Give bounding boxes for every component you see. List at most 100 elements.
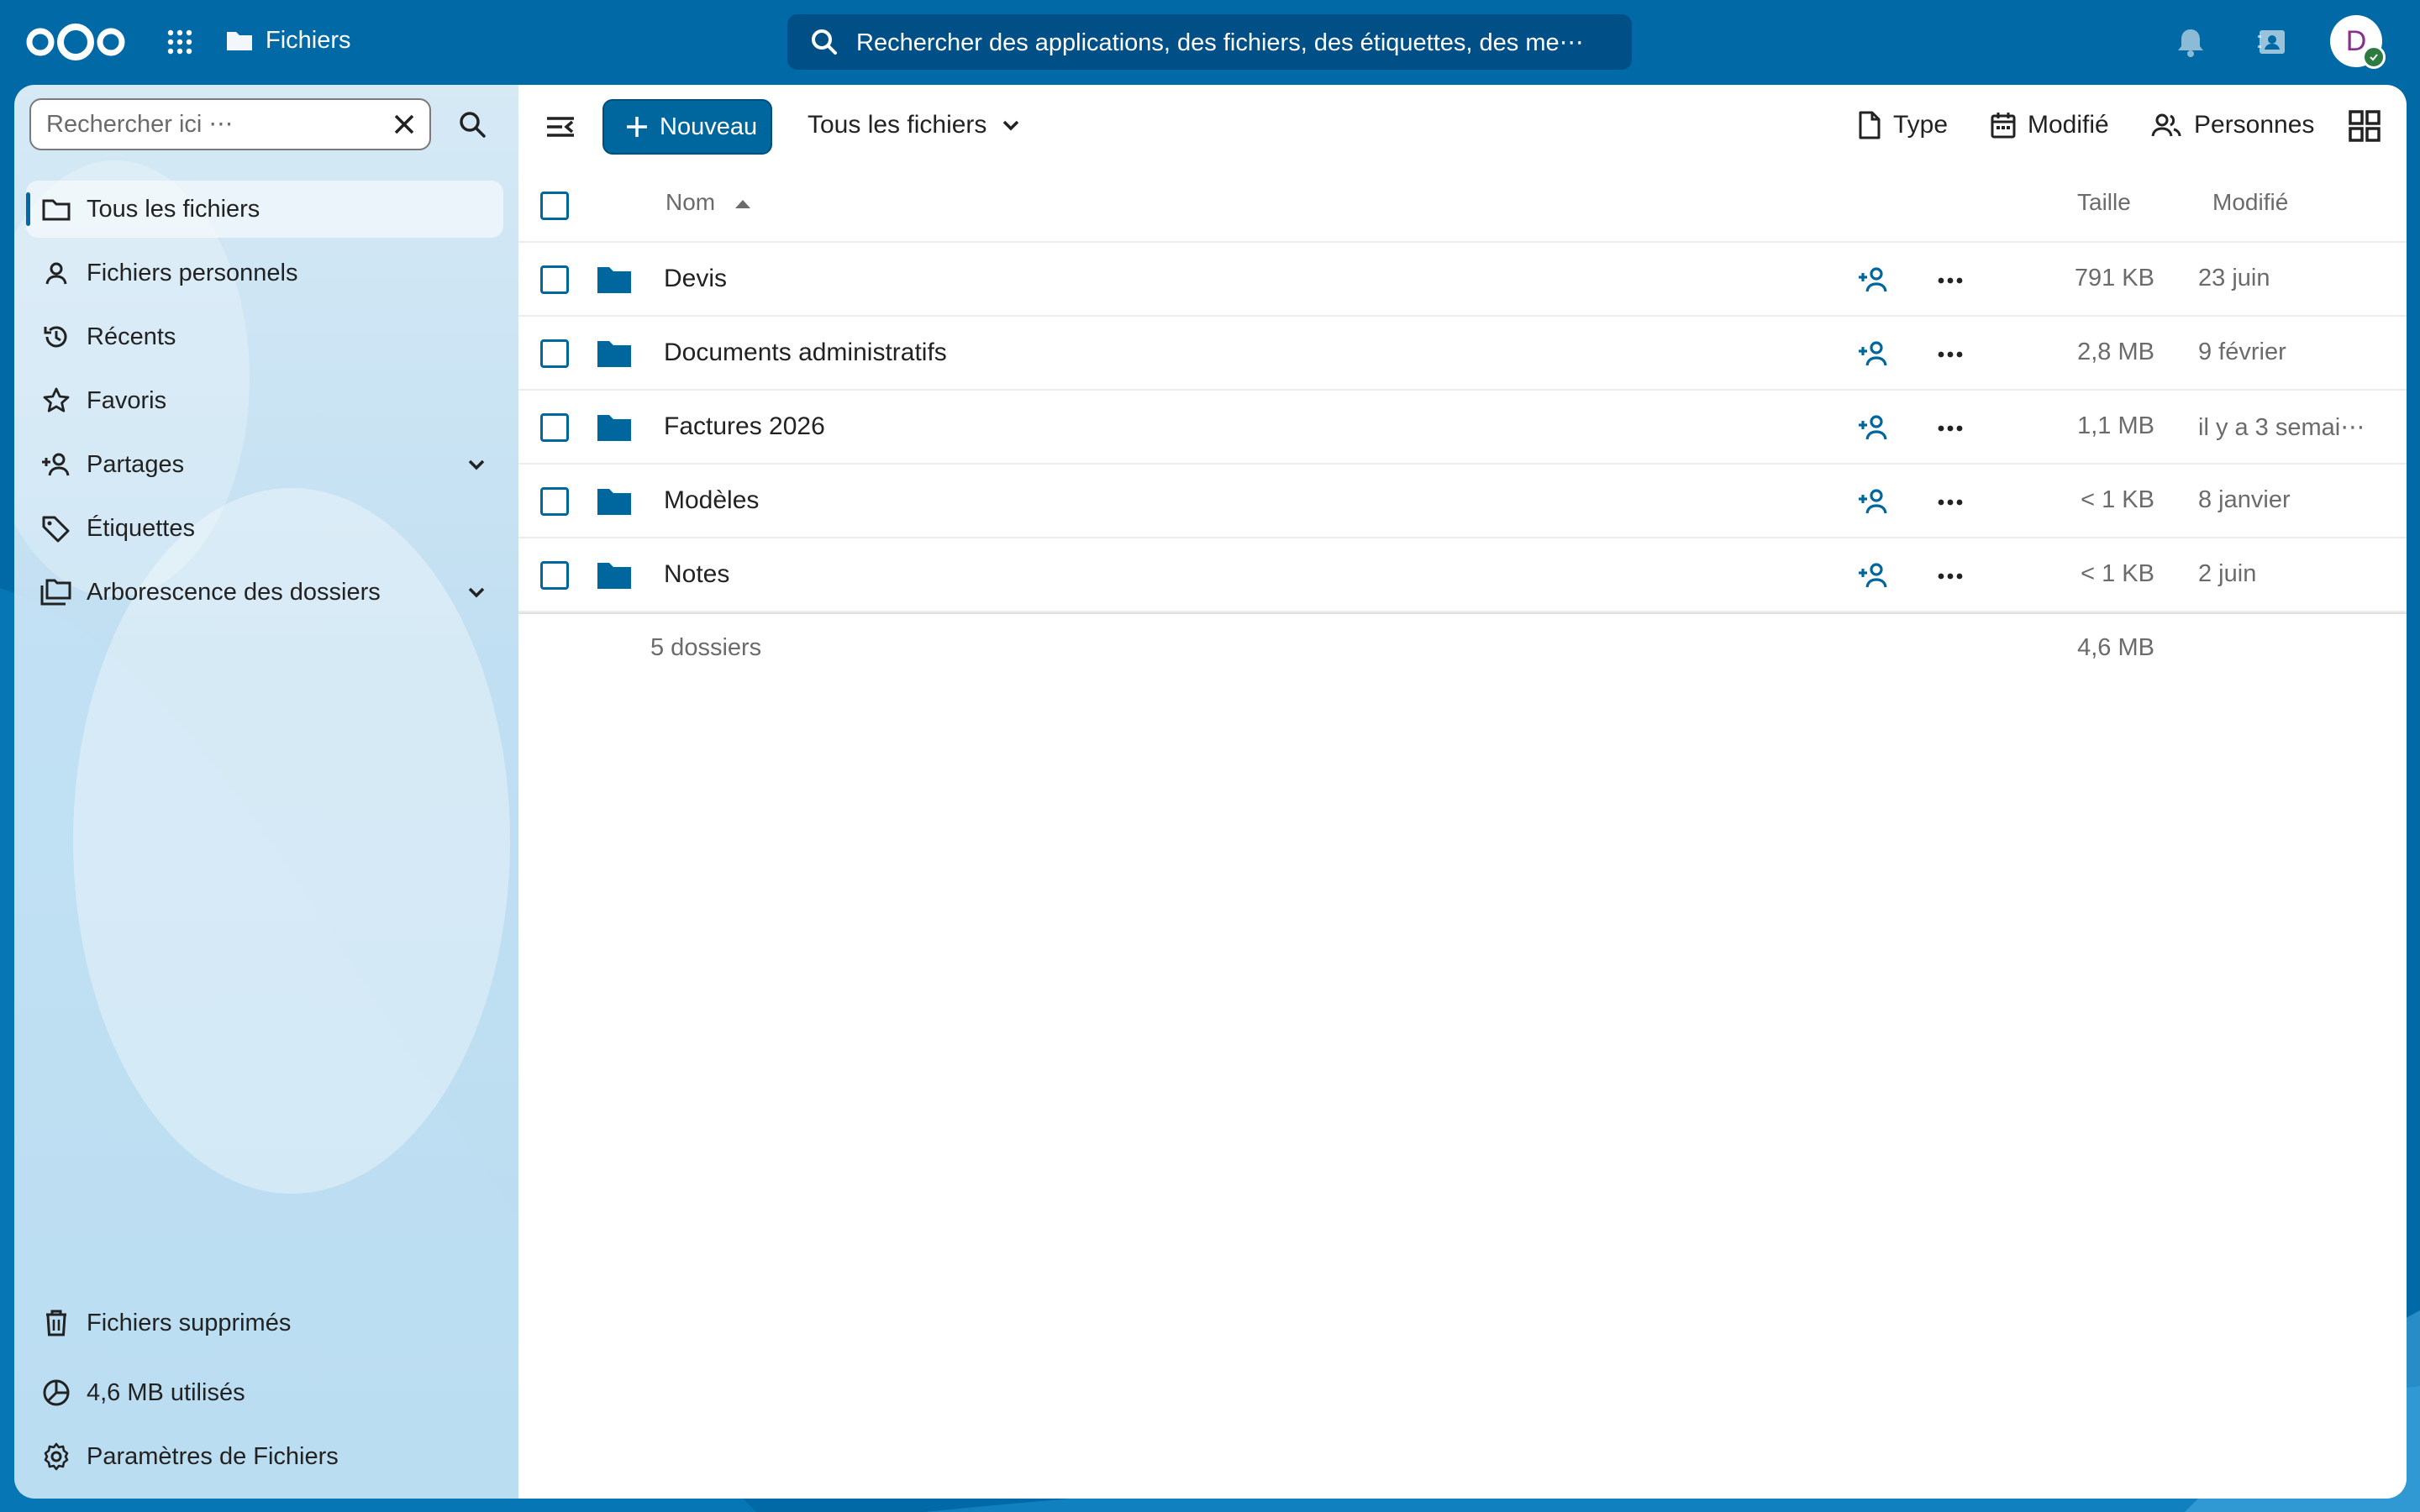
file-size: < 1 KB [2081, 486, 2154, 513]
filter-people-label: Personnes [2194, 111, 2315, 139]
breadcrumb-current: Tous les fichiers [808, 111, 987, 139]
column-size-label: Taille [2077, 189, 2131, 215]
storage-quota[interactable]: 4,6 MB utilisés [26, 1364, 503, 1421]
app-link-files[interactable]: Fichiers [225, 22, 351, 59]
notifications-bell-icon[interactable] [2174, 25, 2207, 59]
chevron-down-icon[interactable] [463, 451, 490, 478]
breadcrumb[interactable]: Tous les fichiers [808, 107, 1023, 144]
app-link-label: Fichiers [266, 26, 351, 54]
contacts-icon[interactable] [2255, 25, 2289, 59]
row-checkbox[interactable] [540, 487, 569, 516]
column-name-label: Nom [666, 189, 716, 215]
file-modified: il y a 3 semai⋯ [2198, 414, 2365, 441]
nav-item-shares[interactable]: Partages [26, 436, 503, 493]
quota-label: 4,6 MB utilisés [87, 1378, 245, 1406]
share-icon [42, 453, 70, 476]
app-navigation: Tous les fichiers Fichiers personnels Ré… [14, 85, 518, 1499]
folder-tree-icon [40, 579, 71, 606]
file-size: < 1 KB [2081, 560, 2154, 587]
app-menu-icon[interactable] [165, 27, 195, 57]
row-checkbox[interactable] [540, 413, 569, 442]
grid-view-icon[interactable] [2347, 108, 2382, 144]
row-checkbox[interactable] [540, 339, 569, 368]
user-avatar[interactable]: D [2330, 15, 2386, 69]
share-icon[interactable] [1856, 560, 1890, 591]
filter-type-button[interactable]: Type [1856, 107, 1948, 144]
more-actions-icon[interactable] [1935, 340, 1965, 369]
history-icon [44, 326, 67, 348]
sidebar-search-input[interactable] [45, 109, 367, 139]
folder-count: 5 dossiers [650, 634, 762, 661]
calendar-icon [1991, 113, 2016, 139]
file-modified: 23 juin [2198, 265, 2270, 291]
filter-type-label: Type [1893, 111, 1949, 139]
nav-item-label: Fichiers supprimés [87, 1309, 292, 1336]
file-name[interactable]: Factures 2026 [664, 412, 825, 441]
nav-item-favorites[interactable]: Favoris [26, 372, 503, 429]
chevron-down-icon [1003, 120, 1019, 131]
table-row[interactable]: Documents administratifs 2,8 MB 9 févrie… [518, 317, 2407, 391]
nav-item-all-files[interactable]: Tous les fichiers [26, 181, 503, 238]
unified-search-field[interactable]: Rechercher des applications, des fichier… [787, 14, 1632, 70]
gear-icon [44, 1442, 69, 1471]
share-icon[interactable] [1856, 339, 1890, 369]
nav-item-folder-tree[interactable]: Arborescence des dossiers [26, 564, 503, 621]
chevron-down-icon[interactable] [463, 579, 490, 606]
row-checkbox[interactable] [540, 561, 569, 590]
unified-search-placeholder: Rechercher des applications, des fichier… [856, 29, 1584, 56]
table-row[interactable]: Modèles < 1 KB 8 janvier [518, 465, 2407, 538]
column-header-size[interactable]: Taille [2077, 189, 2131, 216]
nav-item-tags[interactable]: Étiquettes [26, 500, 503, 557]
more-actions-icon[interactable] [1935, 266, 1965, 295]
file-modified: 8 janvier [2198, 486, 2291, 513]
file-name[interactable]: Devis [664, 265, 727, 293]
column-header-name[interactable]: Nom [666, 189, 752, 216]
settings-label: Paramètres de Fichiers [87, 1442, 339, 1470]
column-header-modified[interactable]: Modifié [2212, 189, 2288, 216]
more-actions-icon[interactable] [1935, 488, 1965, 517]
share-icon[interactable] [1856, 486, 1890, 517]
star-icon [43, 387, 70, 412]
nav-item-label: Tous les fichiers [87, 195, 260, 223]
nav-item-label: Favoris [87, 386, 167, 414]
filter-modified-button[interactable]: Modifié [1989, 107, 2109, 144]
nav-item-label: Partages [87, 450, 185, 478]
row-checkbox[interactable] [540, 265, 569, 294]
nav-item-recent[interactable]: Récents [26, 308, 503, 365]
share-icon[interactable] [1856, 265, 1890, 295]
file-size: 1,1 MB [2077, 412, 2154, 439]
more-actions-icon[interactable] [1935, 414, 1965, 443]
file-size: 2,8 MB [2077, 339, 2154, 365]
nav-item-trash[interactable]: Fichiers supprimés [26, 1294, 503, 1352]
more-actions-icon[interactable] [1935, 562, 1965, 591]
tag-icon [42, 516, 70, 543]
file-modified: 9 février [2198, 339, 2286, 365]
file-name[interactable]: Modèles [664, 486, 759, 515]
nextcloud-logo[interactable] [24, 22, 128, 62]
files-settings-button[interactable]: Paramètres de Fichiers [26, 1428, 503, 1485]
people-icon [2151, 113, 2181, 137]
folder-icon [597, 267, 631, 293]
new-button[interactable]: Nouveau [602, 99, 772, 155]
clear-icon[interactable] [391, 111, 418, 138]
folder-icon [597, 341, 631, 367]
files-main-content: Nouveau Tous les fichiers Type Modifié P… [518, 85, 2407, 1499]
nav-item-personal-files[interactable]: Fichiers personnels [26, 244, 503, 302]
table-row[interactable]: Devis 791 KB 23 juin [518, 243, 2407, 317]
filter-people-button[interactable]: Personnes [2150, 107, 2314, 144]
select-all-checkbox[interactable] [540, 192, 569, 220]
folder-icon [597, 415, 631, 441]
plus-icon [627, 117, 647, 137]
file-modified: 2 juin [2198, 560, 2257, 587]
folder-icon [227, 32, 252, 50]
nav-item-label: Récents [87, 323, 176, 350]
file-icon [1859, 111, 1881, 139]
search-icon[interactable] [456, 108, 488, 140]
share-icon[interactable] [1856, 412, 1890, 443]
toggle-navigation-icon[interactable] [544, 110, 577, 144]
table-row[interactable]: Notes < 1 KB 2 juin [518, 538, 2407, 612]
file-name[interactable]: Notes [664, 560, 729, 589]
header-bar: Fichiers Rechercher des applications, de… [0, 0, 2420, 84]
table-row[interactable]: Factures 2026 1,1 MB il y a 3 semai⋯ [518, 391, 2407, 465]
file-name[interactable]: Documents administratifs [664, 339, 947, 367]
